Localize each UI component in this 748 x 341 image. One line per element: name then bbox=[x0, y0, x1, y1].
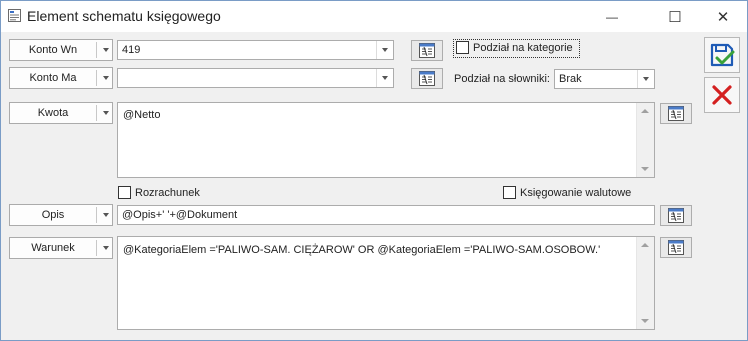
action-panel bbox=[698, 32, 747, 340]
konto-ma-label: Konto Ma bbox=[29, 72, 77, 84]
form-area: Konto Wn 419 Podział na kategorie Konto … bbox=[2, 32, 698, 340]
konto-wn-dropdown[interactable] bbox=[376, 41, 393, 59]
warunek-label: Warunek bbox=[31, 242, 75, 254]
opis-value: @Opis+' '+@Dokument bbox=[122, 209, 238, 221]
konto-ma-combo[interactable] bbox=[117, 68, 394, 88]
kwota-label: Kwota bbox=[37, 107, 69, 119]
konto-wn-label: Konto Wn bbox=[28, 44, 78, 56]
konto-wn-combo[interactable]: 419 bbox=[117, 40, 394, 60]
opis-button[interactable]: Opis bbox=[9, 204, 113, 226]
warunek-scrollbar[interactable] bbox=[636, 237, 654, 329]
close-icon: ✕ bbox=[716, 8, 730, 26]
save-button[interactable] bbox=[704, 37, 740, 73]
minimize-button[interactable]: — bbox=[589, 1, 635, 32]
kwota-menu-arrow[interactable] bbox=[97, 103, 114, 123]
scroll-up-icon[interactable] bbox=[641, 243, 649, 247]
podzial-na-slowniki-label: Podział na słowniki: bbox=[454, 73, 550, 85]
opis-formula-button[interactable] bbox=[660, 205, 692, 226]
rozrachunek-checkbox[interactable] bbox=[118, 186, 131, 199]
podzial-na-slowniki-dropdown[interactable] bbox=[637, 70, 654, 88]
save-close-icon bbox=[710, 43, 735, 67]
konto-ma-button[interactable]: Konto Ma bbox=[9, 67, 113, 89]
konto-wn-formula-button[interactable] bbox=[411, 40, 443, 61]
ksiegowanie-walutowe-label: Księgowanie walutowe bbox=[520, 187, 632, 199]
formula-editor-icon bbox=[419, 71, 435, 86]
title-bar: Element schematu księgowego — ☐ ✕ bbox=[1, 1, 747, 32]
konto-ma-dropdown[interactable] bbox=[376, 69, 393, 87]
formula-editor-icon bbox=[668, 208, 684, 223]
kwota-button[interactable]: Kwota bbox=[9, 102, 113, 124]
formula-editor-icon bbox=[419, 43, 435, 58]
chevron-down-icon bbox=[382, 48, 388, 52]
scroll-down-icon[interactable] bbox=[641, 167, 649, 171]
warunek-value: @KategoriaElem ='PALIWO-SAM. CIĘŻAROW' O… bbox=[123, 244, 601, 256]
scroll-down-icon[interactable] bbox=[641, 319, 649, 323]
konto-ma-menu-arrow[interactable] bbox=[97, 68, 114, 88]
konto-ma-formula-button[interactable] bbox=[411, 68, 443, 89]
podzial-na-slowniki-value: Brak bbox=[559, 73, 582, 85]
kwota-scrollbar[interactable] bbox=[636, 103, 654, 177]
konto-wn-menu-arrow[interactable] bbox=[97, 40, 114, 60]
ksiegowanie-walutowe-checkbox[interactable] bbox=[503, 186, 516, 199]
app-icon bbox=[8, 9, 21, 22]
cancel-icon bbox=[712, 85, 732, 105]
podzial-na-kategorie-checkbox[interactable] bbox=[456, 41, 469, 54]
maximize-button[interactable]: ☐ bbox=[652, 1, 698, 32]
chevron-down-icon bbox=[102, 76, 109, 80]
opis-label: Opis bbox=[41, 209, 65, 221]
chevron-down-icon bbox=[102, 213, 109, 217]
chevron-down-icon bbox=[102, 48, 109, 52]
kwota-value: @Netto bbox=[123, 109, 161, 121]
warunek-formula-button[interactable] bbox=[660, 237, 692, 258]
podzial-na-slowniki-combo[interactable]: Brak bbox=[554, 69, 655, 89]
close-button[interactable]: ✕ bbox=[700, 1, 746, 32]
formula-editor-icon bbox=[668, 240, 684, 255]
warunek-button[interactable]: Warunek bbox=[9, 237, 113, 259]
opis-menu-arrow[interactable] bbox=[97, 205, 114, 225]
chevron-down-icon bbox=[643, 77, 649, 81]
dialog-window: Element schematu księgowego — ☐ ✕ Konto … bbox=[0, 0, 748, 341]
chevron-down-icon bbox=[102, 111, 109, 115]
konto-wn-button[interactable]: Konto Wn bbox=[9, 39, 113, 61]
podzial-na-kategorie-label: Podział na kategorie bbox=[473, 42, 573, 54]
kwota-formula-button[interactable] bbox=[660, 103, 692, 124]
rozrachunek-label: Rozrachunek bbox=[135, 187, 200, 199]
restore-icon: ☐ bbox=[668, 8, 682, 26]
konto-wn-value: 419 bbox=[122, 44, 141, 56]
window-title: Element schematu księgowego bbox=[27, 8, 221, 24]
formula-editor-icon bbox=[668, 106, 684, 121]
chevron-down-icon bbox=[382, 76, 388, 80]
scroll-up-icon[interactable] bbox=[641, 109, 649, 113]
warunek-menu-arrow[interactable] bbox=[97, 238, 114, 258]
opis-input[interactable]: @Opis+' '+@Dokument bbox=[117, 205, 655, 225]
chevron-down-icon bbox=[102, 246, 109, 250]
minimize-icon: — bbox=[606, 9, 618, 24]
cancel-button[interactable] bbox=[704, 77, 740, 113]
kwota-memo[interactable]: @Netto bbox=[117, 102, 655, 178]
warunek-memo[interactable]: @KategoriaElem ='PALIWO-SAM. CIĘŻAROW' O… bbox=[117, 236, 655, 330]
